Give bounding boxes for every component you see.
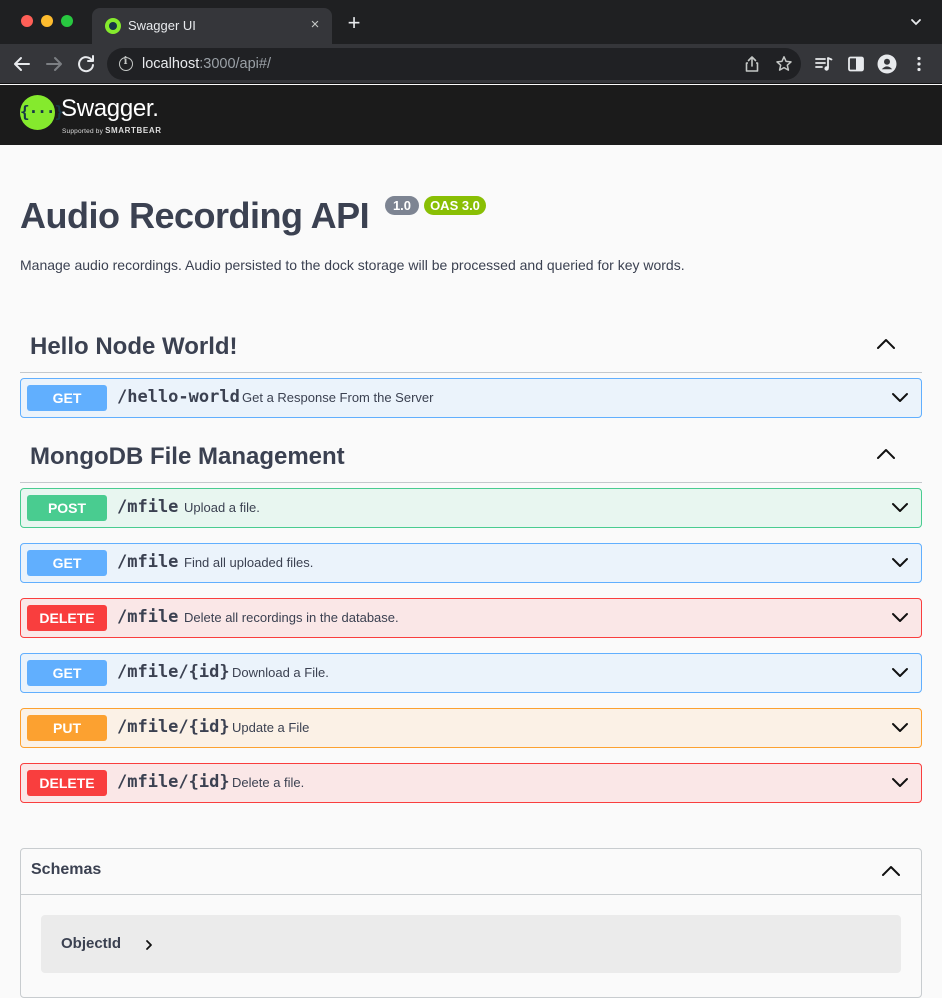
tag-title[interactable]: MongoDB File Management: [30, 443, 345, 471]
operation-summary: Get a Response From the Server: [242, 390, 434, 405]
browser-tab[interactable]: Swagger UI ×: [92, 8, 332, 44]
share-icon[interactable]: [743, 55, 761, 73]
opblock-delete-mfile-id[interactable]: DELETE /mfile/{id} Delete a file.: [20, 763, 922, 803]
opblock-get-mfile[interactable]: GET /mfile Find all uploaded files.: [20, 543, 922, 583]
swagger-topbar: {···} Swagger. Supported by SMARTBEAR: [0, 85, 942, 145]
operation-path: /mfile: [117, 607, 179, 627]
opblock-post-mfile[interactable]: POST /mfile Upload a file.: [20, 488, 922, 528]
api-description: Manage audio recordings. Audio persisted…: [20, 257, 685, 273]
operation-path: /mfile: [117, 552, 179, 572]
opblock-get-hello-world[interactable]: GET /hello-world Get a Response From the…: [20, 378, 922, 418]
opblock-put-mfile-id[interactable]: PUT /mfile/{id} Update a File: [20, 708, 922, 748]
operation-summary: Find all uploaded files.: [184, 555, 314, 570]
tag-title[interactable]: Hello Node World!: [30, 333, 238, 361]
method-badge: GET: [27, 660, 107, 686]
smartbear-tagline: Supported by SMARTBEAR: [62, 126, 162, 135]
schemas-header[interactable]: Schemas: [21, 849, 921, 895]
chevron-down-icon[interactable]: [891, 391, 909, 403]
operation-summary: Download a File.: [232, 665, 329, 680]
operation-path: /mfile/{id}: [117, 717, 230, 737]
swagger-logo-icon[interactable]: {···}: [20, 95, 64, 130]
swagger-main: Audio Recording API 1.0 OAS 3.0 Manage a…: [0, 145, 942, 998]
operation-path: /hello-world: [117, 387, 240, 407]
method-badge: POST: [27, 495, 107, 521]
schemas-title[interactable]: Schemas: [31, 861, 101, 879]
operation-path: /mfile/{id}: [117, 662, 230, 682]
browser-toolbar: localhost:3000/api#/: [0, 44, 942, 84]
star-icon[interactable]: [775, 55, 793, 73]
model-container-objectid[interactable]: ObjectId: [41, 915, 901, 973]
chevron-down-icon[interactable]: [891, 721, 909, 733]
method-badge: DELETE: [27, 605, 107, 631]
tag-header[interactable]: MongoDB File Management: [20, 427, 922, 483]
chevron-down-icon[interactable]: [891, 776, 909, 788]
tab-close-icon[interactable]: ×: [306, 16, 324, 34]
tab-search-chevron-icon[interactable]: [910, 16, 922, 28]
chevron-up-icon[interactable]: [876, 447, 896, 461]
opblock-get-mfile-id[interactable]: GET /mfile/{id} Download a File.: [20, 653, 922, 693]
kebab-menu-icon[interactable]: [909, 54, 929, 74]
profile-icon[interactable]: [877, 54, 897, 74]
chevron-down-icon[interactable]: [891, 556, 909, 568]
chevron-up-icon[interactable]: [876, 337, 896, 351]
method-badge: DELETE: [27, 770, 107, 796]
chevron-up-icon[interactable]: [881, 864, 901, 878]
chevron-right-icon[interactable]: [145, 939, 153, 951]
close-window-button[interactable]: [21, 15, 33, 27]
info-icon[interactable]: [119, 56, 133, 71]
tag-header[interactable]: Hello Node World!: [20, 317, 922, 373]
operation-summary: Upload a file.: [184, 500, 260, 515]
tag-section-mongodb-file-management: MongoDB File Management POST /mfile Uplo…: [20, 427, 922, 807]
method-badge: PUT: [27, 715, 107, 741]
version-badge: 1.0: [385, 196, 419, 215]
chevron-down-icon[interactable]: [891, 611, 909, 623]
address-bar[interactable]: localhost:3000/api#/: [107, 48, 801, 80]
tab-title: Swagger UI: [128, 18, 196, 33]
browser-titlebar: Swagger UI × +: [0, 0, 942, 44]
method-badge: GET: [27, 385, 107, 411]
url-text[interactable]: localhost:3000/api#/: [142, 56, 271, 72]
zoom-window-button[interactable]: [61, 15, 73, 27]
operation-summary: Delete all recordings in the database.: [184, 610, 399, 625]
minimize-window-button[interactable]: [41, 15, 53, 27]
schemas-section: Schemas ObjectId: [20, 848, 922, 998]
opblock-delete-mfile[interactable]: DELETE /mfile Delete all recordings in t…: [20, 598, 922, 638]
swagger-favicon-icon: [105, 18, 121, 34]
operation-path: /mfile/{id}: [117, 772, 230, 792]
operation-path: /mfile: [117, 497, 179, 517]
reload-icon[interactable]: [74, 52, 98, 76]
new-tab-button[interactable]: +: [343, 12, 365, 34]
tag-section-hello-node-world: Hello Node World! GET /hello-world Get a…: [20, 317, 922, 419]
chevron-down-icon[interactable]: [891, 666, 909, 678]
arrow-left-icon[interactable]: [10, 52, 34, 76]
swagger-logo-text[interactable]: Swagger.: [61, 95, 159, 123]
arrow-right-icon[interactable]: [42, 52, 66, 76]
api-title: Audio Recording API: [20, 195, 370, 236]
chevron-down-icon[interactable]: [891, 501, 909, 513]
media-queue-icon[interactable]: [814, 54, 834, 74]
model-name[interactable]: ObjectId: [61, 935, 121, 952]
method-badge: GET: [27, 550, 107, 576]
operation-summary: Update a File: [232, 720, 310, 735]
oas-badge: OAS 3.0: [424, 196, 486, 215]
side-panel-icon[interactable]: [846, 54, 866, 74]
operation-summary: Delete a file.: [232, 775, 305, 790]
